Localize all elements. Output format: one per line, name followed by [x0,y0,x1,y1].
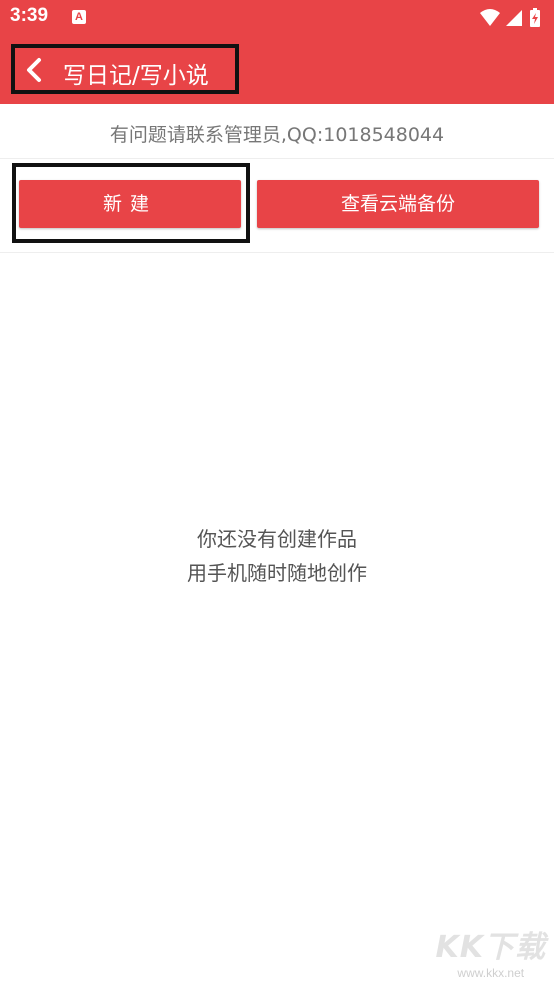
view-cloud-backup-button[interactable]: 查看云端备份 [257,180,539,228]
wifi-icon [480,9,500,26]
new-button-highlight [12,163,250,243]
status-bar: 3:39 A [0,0,554,36]
battery-icon [530,8,540,27]
watermark: KK下载 www.kkx.net [436,922,547,980]
back-arrow-icon[interactable] [23,57,45,83]
signal-icon [506,10,522,26]
empty-state-line1: 你还没有创建作品 [197,527,357,551]
admin-notice: 有问题请联系管理员,QQ:1018548044 [0,104,554,159]
watermark-url: www.kkx.net [457,966,525,980]
watermark-logo: KK下载 [435,930,546,965]
app-bar: 写日记/写小说 [0,36,554,104]
empty-state-line2: 用手机随时随地创作 [187,561,367,585]
page-title: 写日记/写小说 [63,63,209,89]
notification-icon: A [72,10,86,24]
system-icons [480,8,540,27]
status-time: 3:39 [10,5,49,26]
back-button[interactable]: 写日记/写小说 [11,44,239,94]
empty-state: 你还没有创建作品 用手机随时随地创作 [0,522,554,590]
